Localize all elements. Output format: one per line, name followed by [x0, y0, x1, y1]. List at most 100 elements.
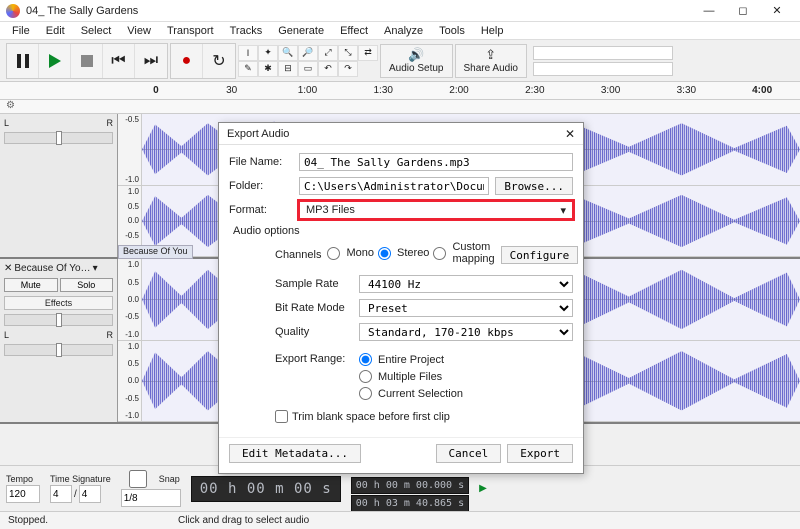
zoom-in-icon[interactable]: 🔍 [278, 45, 298, 61]
dialog-close-icon[interactable]: ✕ [565, 127, 575, 141]
timeline-ruler[interactable]: 0 30 1:00 1:30 2:00 2:30 3:00 3:30 4:00 [0, 82, 800, 100]
snap-label: Snap [159, 474, 180, 484]
trim-checkbox[interactable] [275, 410, 288, 423]
fit-project-icon[interactable]: ⤡ [338, 45, 358, 61]
track-2-panel: ✕Because Of Yo…▾ Mute Solo Effects LR [0, 259, 118, 422]
track-2-gain-slider[interactable] [4, 314, 113, 326]
solo-button[interactable]: Solo [60, 278, 114, 292]
track-2-pan-slider[interactable] [4, 344, 113, 356]
file-name-label: File Name: [229, 156, 293, 168]
timeline-tick: 2:00 [421, 85, 497, 96]
dialog-title: Export Audio [227, 128, 289, 140]
menu-select[interactable]: Select [73, 24, 120, 38]
minimize-button[interactable]: ― [692, 0, 726, 22]
draw-tool-icon[interactable]: ✎ [238, 61, 258, 77]
close-button[interactable]: ✕ [760, 0, 794, 22]
menu-generate[interactable]: Generate [270, 24, 332, 38]
fit-selection-icon[interactable]: ⤢ [318, 45, 338, 61]
pause-button[interactable] [7, 44, 39, 78]
stereo-radio[interactable] [378, 247, 391, 260]
timeline-tick: 1:30 [345, 85, 421, 96]
custom-mapping-radio[interactable] [433, 247, 446, 260]
menu-effect[interactable]: Effect [332, 24, 376, 38]
maximize-button[interactable]: ◻ [726, 0, 760, 22]
menu-analyze[interactable]: Analyze [376, 24, 431, 38]
sample-rate-select[interactable]: 44100 Hz [359, 275, 573, 293]
envelope-tool-icon[interactable]: ✦ [258, 45, 278, 61]
multi-tool-icon[interactable]: ✱ [258, 61, 278, 77]
audio-setup-button[interactable]: 🔊 Audio Setup [380, 44, 453, 78]
format-select[interactable]: MP3 Files▾ [299, 201, 573, 219]
selection-end-display[interactable]: 00 h 03 m 40.865 s [351, 495, 469, 512]
redo-icon[interactable]: ↷ [338, 61, 358, 77]
bitrate-mode-label: Bit Rate Mode [275, 302, 353, 314]
zoom-out-icon[interactable]: 🔎 [298, 45, 318, 61]
pan-left-label: L [4, 118, 9, 128]
share-audio-button[interactable]: ⇪ Share Audio [455, 44, 528, 78]
entire-project-radio[interactable] [359, 353, 372, 366]
record-button[interactable]: ● [171, 44, 203, 78]
cancel-button[interactable]: Cancel [436, 444, 502, 463]
timeline-tick: 3:00 [573, 85, 649, 96]
skip-start-button[interactable]: ⏮ [103, 44, 135, 78]
chevron-down-icon[interactable]: ▾ [93, 263, 98, 274]
track-1-pan-slider[interactable] [4, 132, 113, 144]
effects-button[interactable]: Effects [4, 296, 113, 310]
playback-meter[interactable] [533, 62, 673, 76]
browse-button[interactable]: Browse... [495, 177, 573, 195]
zoom-toggle-icon[interactable]: ⇄ [358, 45, 378, 61]
export-button[interactable]: Export [507, 444, 573, 463]
wave-scale: 1.00.50.0-0.5-1.0 [118, 259, 142, 339]
bitrate-mode-select[interactable]: Preset [359, 299, 573, 317]
stop-button[interactable] [71, 44, 103, 78]
clip-label[interactable]: Because Of You [118, 245, 193, 259]
selection-start-display[interactable]: 00 h 00 m 00.000 s [351, 477, 469, 494]
folder-input[interactable] [299, 177, 489, 195]
play-small-icon[interactable]: ▶ [479, 483, 487, 494]
mute-button[interactable]: Mute [4, 278, 58, 292]
configure-button[interactable]: Configure [501, 246, 579, 264]
edit-metadata-button[interactable]: Edit Metadata... [229, 444, 361, 463]
timeline-tick: 1:00 [270, 85, 346, 96]
quality-select[interactable]: Standard, 170-210 kbps [359, 323, 573, 341]
edit-tools: I ✦ 🔍 🔎 ⤢ ⤡ ⇄ ✎ ✱ ⊟ ▭ ↶ ↷ [238, 45, 378, 77]
selection-tool-icon[interactable]: I [238, 45, 258, 61]
trim-icon[interactable]: ⊟ [278, 61, 298, 77]
undo-icon[interactable]: ↶ [318, 61, 338, 77]
menu-transport[interactable]: Transport [159, 24, 222, 38]
skip-end-button[interactable]: ⏭ [135, 44, 167, 78]
menu-help[interactable]: Help [473, 24, 512, 38]
status-right: Click and drag to select audio [178, 515, 309, 526]
timesig-num-input[interactable] [50, 485, 72, 503]
menu-tracks[interactable]: Tracks [222, 24, 271, 38]
close-track-icon[interactable]: ✕ [4, 263, 12, 274]
menu-file[interactable]: File [4, 24, 38, 38]
app-logo-icon [6, 4, 20, 18]
timeline-tick: 3:30 [648, 85, 724, 96]
snap-value-input[interactable] [121, 489, 181, 507]
statusbar: Stopped. Click and drag to select audio [0, 511, 800, 529]
tempo-input[interactable] [6, 485, 40, 503]
menu-view[interactable]: View [119, 24, 159, 38]
menu-tools[interactable]: Tools [431, 24, 473, 38]
main-time-display[interactable]: 00 h 00 m 00 s [191, 476, 341, 502]
snap-checkbox[interactable] [121, 470, 155, 488]
record-meter[interactable] [533, 46, 673, 60]
stereo-label: Stereo [397, 247, 429, 259]
current-selection-radio[interactable] [359, 387, 372, 400]
multiple-files-radio[interactable] [359, 370, 372, 383]
loop-button[interactable]: ↻ [203, 44, 235, 78]
play-button[interactable] [39, 44, 71, 78]
file-name-input[interactable] [299, 153, 573, 171]
channels-label: Channels [275, 249, 321, 261]
toolbar: ⏮ ⏭ ● ↻ I ✦ 🔍 🔎 ⤢ ⤡ ⇄ ✎ ✱ ⊟ ▭ ↶ ↷ 🔊 Audi… [0, 40, 800, 82]
audio-setup-label: Audio Setup [389, 63, 444, 74]
menu-edit[interactable]: Edit [38, 24, 73, 38]
mono-radio[interactable] [327, 247, 340, 260]
tempo-label: Tempo [6, 474, 40, 484]
sample-rate-label: Sample Rate [275, 278, 353, 290]
silence-icon[interactable]: ▭ [298, 61, 318, 77]
timesig-den-input[interactable] [79, 485, 101, 503]
track-1-panel: LR [0, 114, 118, 257]
menubar: File Edit Select View Transport Tracks G… [0, 22, 800, 40]
